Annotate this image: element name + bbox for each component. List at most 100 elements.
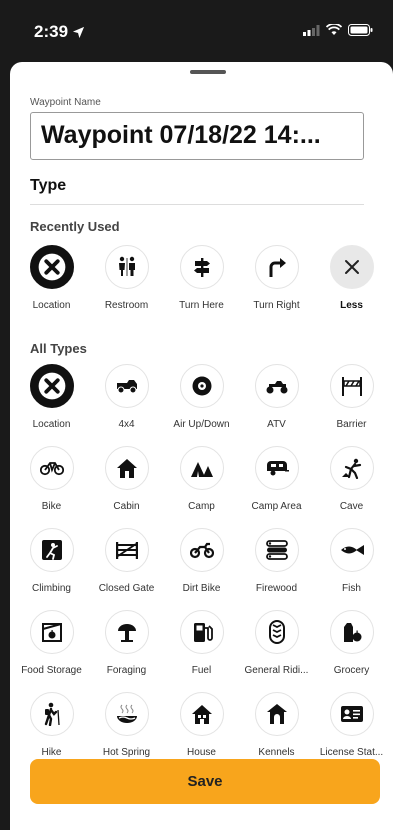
restroom-icon	[118, 256, 135, 276]
type-circle	[329, 364, 374, 408]
type-label: Less	[340, 300, 363, 311]
save-button[interactable]: Save	[30, 759, 380, 804]
type-item-4x4[interactable]: 4x4	[89, 364, 164, 430]
type-circle	[104, 528, 149, 572]
type-item-general-riding[interactable]: General Ridi...	[239, 610, 314, 676]
status-icons	[303, 24, 373, 36]
x-icon	[38, 372, 65, 400]
type-item-restroom[interactable]: Restroom	[89, 245, 164, 311]
type-circle	[104, 446, 149, 490]
type-item-barrier[interactable]: Barrier	[314, 364, 389, 430]
mushroom-icon	[117, 624, 136, 642]
type-item-license-station[interactable]: License Stat...	[314, 692, 389, 758]
type-circle	[29, 446, 74, 490]
type-item-kennels[interactable]: Kennels	[239, 692, 314, 758]
type-label: Hike	[41, 747, 62, 758]
type-circle	[329, 245, 374, 289]
cave-icon	[341, 458, 361, 479]
type-item-food-storage[interactable]: Food Storage	[14, 610, 89, 676]
type-item-cave[interactable]: Cave	[314, 446, 389, 512]
gate-icon	[115, 542, 138, 559]
type-label: Kennels	[258, 747, 295, 758]
type-item-firewood[interactable]: Firewood	[239, 528, 314, 594]
type-label: Camp Area	[251, 501, 302, 512]
recently-used-title: Recently Used	[30, 219, 120, 234]
signal-icon	[303, 24, 320, 36]
type-circle	[179, 446, 224, 490]
type-circle	[179, 528, 224, 572]
tent-icon	[190, 462, 213, 477]
bike-icon	[39, 462, 64, 476]
type-item-location[interactable]: Location	[14, 245, 89, 311]
divider	[30, 204, 364, 205]
type-label: Fish	[342, 583, 361, 594]
grocery-icon	[343, 623, 361, 642]
type-label: ATV	[267, 419, 286, 430]
waypoint-name-input[interactable]: Waypoint 07/18/22 14:...	[30, 112, 364, 160]
type-circle	[179, 610, 224, 654]
type-label: Firewood	[255, 583, 298, 594]
type-circle	[254, 364, 299, 408]
type-item-climbing[interactable]: Climbing	[14, 528, 89, 594]
all-types-title: All Types	[30, 341, 87, 356]
type-item-camp-area[interactable]: Camp Area	[239, 446, 314, 512]
type-circle	[29, 364, 74, 408]
type-circle	[329, 610, 374, 654]
type-item-air-up-down[interactable]: Air Up/Down	[164, 364, 239, 430]
type-label: Closed Gate	[98, 583, 155, 594]
type-item-foraging[interactable]: Foraging	[89, 610, 164, 676]
fuel-pump-icon	[193, 623, 213, 642]
type-circle	[254, 528, 299, 572]
type-item-fuel[interactable]: Fuel	[164, 610, 239, 676]
type-label: Turn Right	[253, 300, 300, 311]
type-circle	[29, 692, 74, 736]
license-icon	[340, 706, 363, 722]
food-storage-icon	[41, 623, 62, 642]
type-label: Location	[32, 419, 71, 430]
all-types-grid: Location 4x4 Air Up/Down ATV Barrier Bik…	[14, 364, 389, 758]
type-item-location[interactable]: Location	[14, 364, 89, 430]
type-label: Camp	[188, 501, 215, 512]
type-item-house[interactable]: House	[164, 692, 239, 758]
status-time: 2:39	[34, 22, 85, 42]
type-label: Cabin	[113, 501, 140, 512]
type-label: Grocery	[333, 665, 370, 676]
signpost-icon	[193, 258, 210, 277]
type-item-hike[interactable]: Hike	[14, 692, 89, 758]
atv-icon	[266, 381, 287, 394]
less-button[interactable]: Less	[314, 245, 389, 311]
barrier-icon	[341, 377, 362, 396]
sheet-grabber[interactable]	[190, 70, 226, 74]
kennel-icon	[266, 704, 287, 724]
type-label: House	[187, 747, 216, 758]
cabin-icon	[116, 459, 137, 478]
type-label: Cave	[339, 501, 364, 512]
type-item-hot-spring[interactable]: Hot Spring	[89, 692, 164, 758]
clock-text: 2:39	[34, 22, 69, 41]
type-item-bike[interactable]: Bike	[14, 446, 89, 512]
type-circle	[329, 446, 374, 490]
type-item-closed-gate[interactable]: Closed Gate	[89, 528, 164, 594]
type-item-turn-right[interactable]: Turn Right	[239, 245, 314, 311]
waypoint-name-label: Waypoint Name	[30, 97, 101, 108]
type-item-cabin[interactable]: Cabin	[89, 446, 164, 512]
type-item-atv[interactable]: ATV	[239, 364, 314, 430]
type-label: Climbing	[32, 583, 71, 594]
type-circle	[179, 692, 224, 736]
type-circle	[104, 245, 149, 289]
tread-icon	[268, 620, 285, 644]
turn-right-icon	[269, 258, 286, 277]
type-label: Fuel	[191, 665, 212, 676]
tire-icon	[192, 376, 211, 396]
type-heading: Type	[30, 177, 67, 194]
location-arrow-icon	[72, 26, 85, 38]
status-bar: 2:39	[0, 0, 393, 62]
type-item-camp[interactable]: Camp	[164, 446, 239, 512]
type-item-dirt-bike[interactable]: Dirt Bike	[164, 528, 239, 594]
battery-icon	[348, 24, 373, 36]
type-item-turn-here[interactable]: Turn Here	[164, 245, 239, 311]
type-circle	[254, 446, 299, 490]
type-item-grocery[interactable]: Grocery	[314, 610, 389, 676]
type-label: License Stat...	[319, 747, 384, 758]
type-item-fish[interactable]: Fish	[314, 528, 389, 594]
